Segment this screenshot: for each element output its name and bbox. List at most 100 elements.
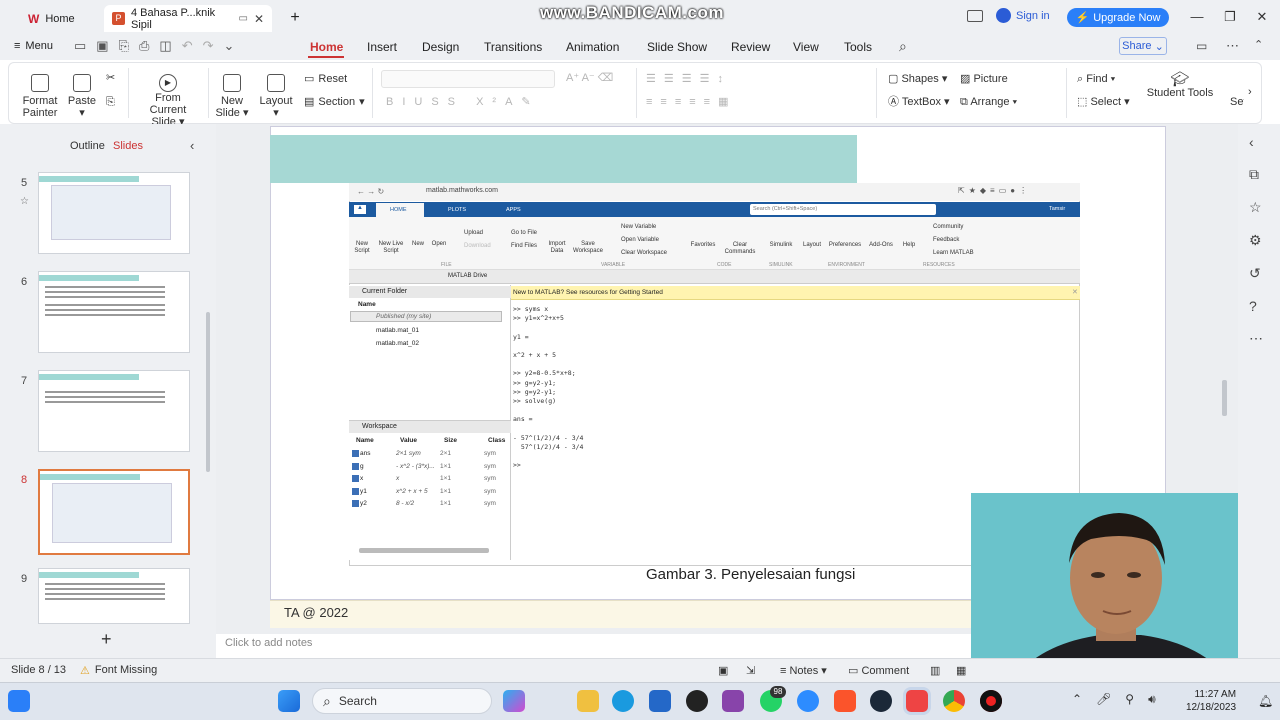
comment-icon[interactable]: ▭ xyxy=(1196,39,1207,53)
notifications-icon[interactable]: 🔔︎ xyxy=(1258,694,1273,708)
layout-button[interactable]: Layout ▾ xyxy=(256,74,296,119)
chrome-icon[interactable] xyxy=(943,690,965,712)
history-icon[interactable]: ↺ xyxy=(1249,265,1263,282)
from-current-slide-button[interactable]: ▶ From Current Slide ▾ xyxy=(136,74,200,128)
tab-home[interactable]: W Home xyxy=(20,5,100,32)
canvas-scrollbar[interactable] xyxy=(1222,380,1227,416)
tab-document[interactable]: P 4 Bahasa P...knik Sipil ▭ ✕ xyxy=(104,5,272,32)
find-button[interactable]: ⌕ Find ▾ xyxy=(1077,73,1115,85)
template-icon[interactable]: ⧉ xyxy=(1249,166,1263,183)
pane-scrollbar[interactable] xyxy=(206,312,210,472)
chevron-down-icon[interactable]: ⌄ xyxy=(224,38,235,54)
slide-caption[interactable]: Gambar 3. Penyelesaian fungsi xyxy=(646,566,855,583)
print-preview-icon[interactable]: ◫ xyxy=(159,38,171,54)
more-options-icon[interactable]: ⋯ xyxy=(1249,330,1263,347)
menu-tools[interactable]: Tools xyxy=(844,40,872,54)
widgets-icon[interactable] xyxy=(8,690,30,712)
fit-icon[interactable]: ▣ xyxy=(718,664,728,677)
zoom-icon[interactable] xyxy=(797,690,819,712)
section-button[interactable]: ▤ Section ▾ xyxy=(304,96,365,108)
steam-icon[interactable] xyxy=(870,690,892,712)
menu-home[interactable]: Home xyxy=(310,40,343,54)
paste-button[interactable]: Paste ▾ xyxy=(64,74,100,119)
bandicam-icon[interactable] xyxy=(980,690,1002,712)
export-icon[interactable]: ⎘ xyxy=(119,38,129,54)
sign-in-button[interactable]: Sign in xyxy=(996,8,1050,23)
more-icon[interactable]: ⋯ xyxy=(1226,38,1239,54)
folder-icon[interactable]: ▭ xyxy=(74,38,86,54)
menu-slide-show[interactable]: Slide Show xyxy=(647,40,707,54)
picture-button[interactable]: ▨ Picture xyxy=(960,73,1008,85)
copilot-icon[interactable] xyxy=(503,690,525,712)
search-icon[interactable]: ⌕ xyxy=(899,38,907,55)
restore-icon[interactable]: ❐ xyxy=(1220,9,1240,25)
favorite-icon[interactable]: ☆ xyxy=(1249,199,1263,216)
settings-icon[interactable]: ⚙ xyxy=(1249,232,1263,249)
close-tab-icon[interactable]: ✕ xyxy=(254,12,264,26)
app-icon[interactable] xyxy=(722,690,744,712)
panel-toggle-icon[interactable]: ‹ xyxy=(1249,134,1263,150)
taskbar-search[interactable]: ⌕ Search xyxy=(312,688,492,714)
font-size-controls[interactable]: A⁺ A⁻ ⌫ xyxy=(566,72,613,84)
slide-thumbnail-active[interactable] xyxy=(38,469,190,555)
new-tab-button[interactable]: + xyxy=(288,9,302,27)
slide-thumbnail[interactable] xyxy=(38,271,190,353)
window-mode-icon[interactable]: ▭ xyxy=(238,13,247,24)
slide-thumbnail[interactable] xyxy=(38,172,190,254)
font-name-select[interactable] xyxy=(381,70,555,88)
upgrade-button[interactable]: ⚡ Upgrade Now xyxy=(1067,8,1169,27)
brave-icon[interactable] xyxy=(834,690,856,712)
slide-sorter-icon[interactable]: ▦ xyxy=(956,664,966,677)
list-buttons[interactable]: ☰☰☰☰↕ xyxy=(646,73,731,85)
collapse-pane-icon[interactable]: ‹ xyxy=(190,138,194,153)
font-missing-indicator[interactable]: ⚠ Font Missing xyxy=(80,664,157,677)
print-icon[interactable]: ⎙ xyxy=(139,38,149,54)
share-button[interactable]: Share ⌄ xyxy=(1119,37,1167,55)
xbox-icon[interactable] xyxy=(686,690,708,712)
taskbar-clock[interactable]: 11:27 AM 12/18/2023 xyxy=(1186,688,1236,714)
comment-button[interactable]: ▭ Comment xyxy=(848,664,909,677)
collapse-ribbon-icon[interactable]: ⌃ xyxy=(1254,38,1263,51)
set-button[interactable]: Set xyxy=(1230,96,1244,108)
menu-animation[interactable]: Animation xyxy=(566,40,619,54)
textbox-button[interactable]: Ⓐ TextBox ▾ xyxy=(888,96,950,108)
tab-outline[interactable]: Outline xyxy=(70,140,105,152)
help-icon[interactable]: ? xyxy=(1249,298,1263,314)
edge-icon[interactable] xyxy=(612,690,634,712)
menu-insert[interactable]: Insert xyxy=(367,40,397,54)
cut-icon[interactable]: ✂ xyxy=(106,72,115,84)
format-painter-button[interactable]: Format Painter xyxy=(20,74,60,119)
undo-icon[interactable]: ↶ xyxy=(182,38,193,54)
store-icon[interactable] xyxy=(649,690,671,712)
fit-slide-icon[interactable]: ⇲ xyxy=(746,664,755,677)
select-button[interactable]: ⬚ Select ▾ xyxy=(1077,96,1130,108)
layout-icon[interactable] xyxy=(967,10,983,22)
redo-icon[interactable]: ↷ xyxy=(203,38,214,54)
file-explorer-icon[interactable] xyxy=(577,690,599,712)
alignment-buttons[interactable]: ≡≡≡≡≡▦ xyxy=(646,96,737,108)
save-icon[interactable]: ▣ xyxy=(96,38,108,54)
reset-button[interactable]: ▭ Reset xyxy=(304,73,347,85)
font-style-buttons[interactable]: BIUSS X²A✎ xyxy=(386,96,540,108)
main-menu-button[interactable]: ≡ Menu xyxy=(14,40,53,52)
tab-slides[interactable]: Slides xyxy=(113,140,143,152)
add-slide-button[interactable]: + xyxy=(101,629,112,650)
menu-review[interactable]: Review xyxy=(731,40,770,54)
normal-view-icon[interactable]: ▥ xyxy=(930,664,940,677)
arrange-button[interactable]: ⧉ Arrange ▾ xyxy=(960,96,1017,108)
slide-thumbnail[interactable] xyxy=(38,568,190,624)
shapes-button[interactable]: ▢ Shapes ▾ xyxy=(888,73,947,85)
close-window-icon[interactable]: ✕ xyxy=(1252,9,1272,25)
ribbon-scroll-right-icon[interactable]: › xyxy=(1248,86,1252,98)
new-slide-button[interactable]: New Slide ▾ xyxy=(214,74,250,119)
notes-button[interactable]: ≡ Notes ▾ xyxy=(780,664,827,677)
menu-transitions[interactable]: Transitions xyxy=(484,40,542,54)
student-tools-button[interactable]: 🎓︎ Student Tools xyxy=(1146,72,1214,99)
menu-design[interactable]: Design xyxy=(422,40,459,54)
notes-placeholder[interactable]: Click to add notes xyxy=(225,637,312,649)
wps-icon[interactable] xyxy=(906,690,928,712)
slide-footer-text[interactable]: TA @ 2022 xyxy=(284,605,348,620)
start-icon[interactable] xyxy=(278,690,300,712)
minimize-icon[interactable]: — xyxy=(1187,9,1207,24)
menu-view[interactable]: View xyxy=(793,40,819,54)
